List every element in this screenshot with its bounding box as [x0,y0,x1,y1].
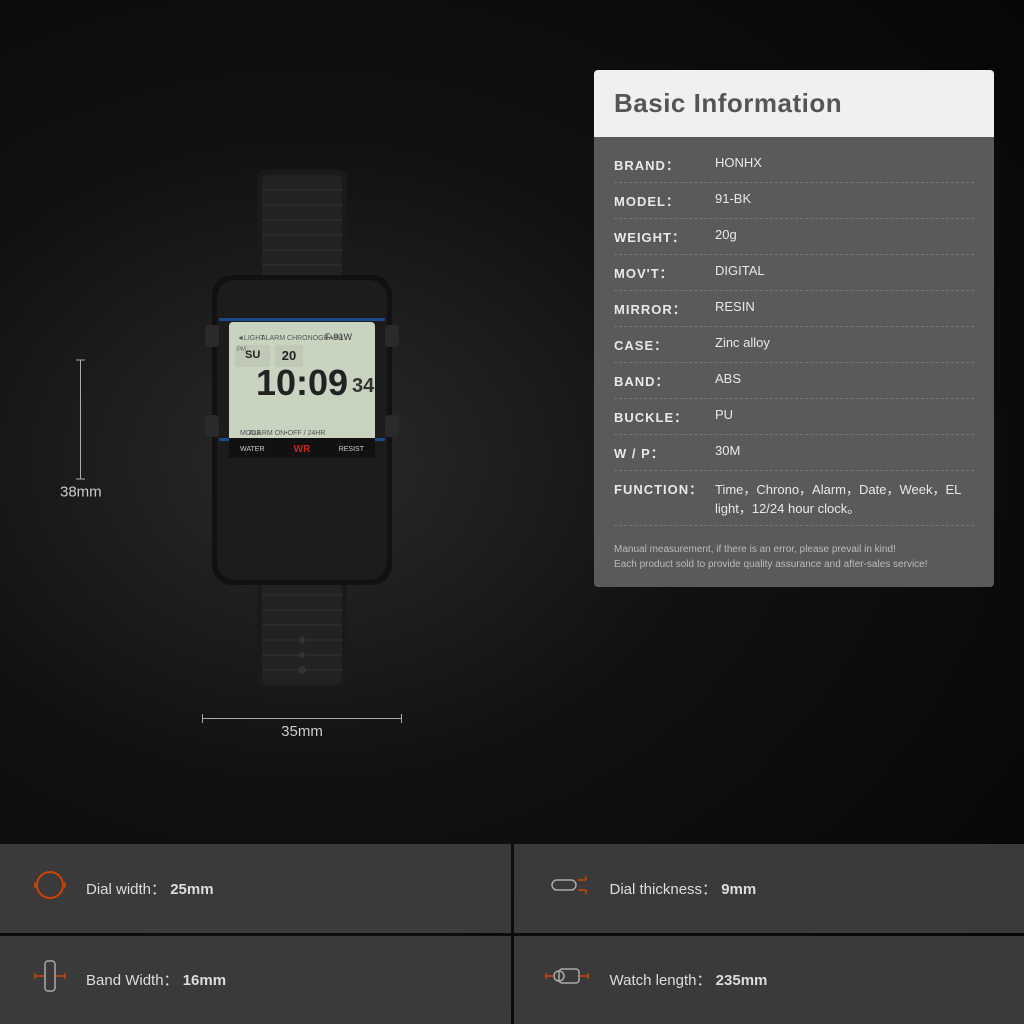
svg-text:WR: WR [294,444,311,455]
info-value: 30M [715,443,974,458]
info-row: W / P： 30M [614,435,974,471]
info-value: PU [715,407,974,422]
dial-width-icon [30,866,70,911]
svg-text:ALARM CHRONOGRAPH: ALARM CHRONOGRAPH [261,335,343,342]
info-key: BUCKLE： [614,407,709,426]
width-label: 35mm [202,723,402,740]
info-row: MODEL： 91-BK [614,183,974,219]
watch-length-icon [544,957,594,1002]
info-value: DIGITAL [715,263,974,278]
info-row: BAND： ABS [614,363,974,399]
spec-label: Band Width： 16mm [86,969,226,990]
svg-text:RESIST: RESIST [339,446,365,453]
info-row: BUCKLE： PU [614,399,974,435]
width-line [202,718,402,719]
svg-text:WATER: WATER [240,446,265,453]
width-dimension: 35mm [202,718,402,740]
main-content: 38mm [0,0,1024,820]
info-key: BAND： [614,371,709,390]
watch-illustration: F-91W ◄LIGHT ALARM CHRONOGRAPH PM SU 20 … [30,60,574,800]
info-value: Time，Chrono，Alarm，Date，Week，EL light，12/… [715,479,974,517]
info-panel: Basic Information BRAND： HONHX MODEL： 91… [594,70,994,587]
watch-svg: F-91W ◄LIGHT ALARM CHRONOGRAPH PM SU 20 … [157,170,447,690]
info-row: FUNCTION： Time，Chrono，Alarm，Date，Week，EL… [614,471,974,526]
spec-cell: Dial thickness： 9mm [514,844,1024,933]
info-key: MODEL： [614,191,709,210]
info-row: MIRROR： RESIN [614,291,974,327]
info-key: MIRROR： [614,299,709,318]
svg-text:10:09: 10:09 [256,362,348,403]
info-value: HONHX [715,155,974,170]
info-title: Basic Information [594,70,994,137]
spec-cell: Dial width： 25mm [0,844,511,933]
info-value: Zinc alloy [715,335,974,350]
info-value: 91-BK [715,191,974,206]
spec-cell: Band Width： 16mm [0,936,511,1024]
info-value: RESIN [715,299,974,314]
info-key: MOV'T： [614,263,709,282]
spec-label: Dial width： 25mm [86,878,214,899]
band-width-icon [30,957,70,1002]
info-note: Manual measurement, if there is an error… [614,536,974,572]
spec-cell: Watch length： 235mm [514,936,1024,1024]
watch-area: 38mm [30,60,574,800]
info-key: WEIGHT： [614,227,709,246]
info-key: CASE： [614,335,709,354]
svg-text:SU: SU [245,349,260,361]
svg-text:ALARM ON•OFF / 24HR: ALARM ON•OFF / 24HR [249,430,326,437]
dial-thickness-icon [544,866,594,911]
spec-label: Watch length： 235mm [610,969,768,990]
info-row: CASE： Zinc alloy [614,327,974,363]
info-row: BRAND： HONHX [614,147,974,183]
info-key: BRAND： [614,155,709,174]
info-row: MOV'T： DIGITAL [614,255,974,291]
svg-text:20: 20 [282,348,296,363]
info-key: FUNCTION： [614,479,709,498]
info-value: 20g [715,227,974,242]
svg-text:34: 34 [352,375,375,397]
bottom-specs: Dial width： 25mm Dial thickness： 9mm Ban… [0,844,1024,1024]
info-body: BRAND： HONHX MODEL： 91-BK WEIGHT： 20g MO… [594,137,994,587]
info-key: W / P： [614,443,709,462]
info-row: WEIGHT： 20g [614,219,974,255]
spec-label: Dial thickness： 9mm [610,878,757,899]
info-value: ABS [715,371,974,386]
